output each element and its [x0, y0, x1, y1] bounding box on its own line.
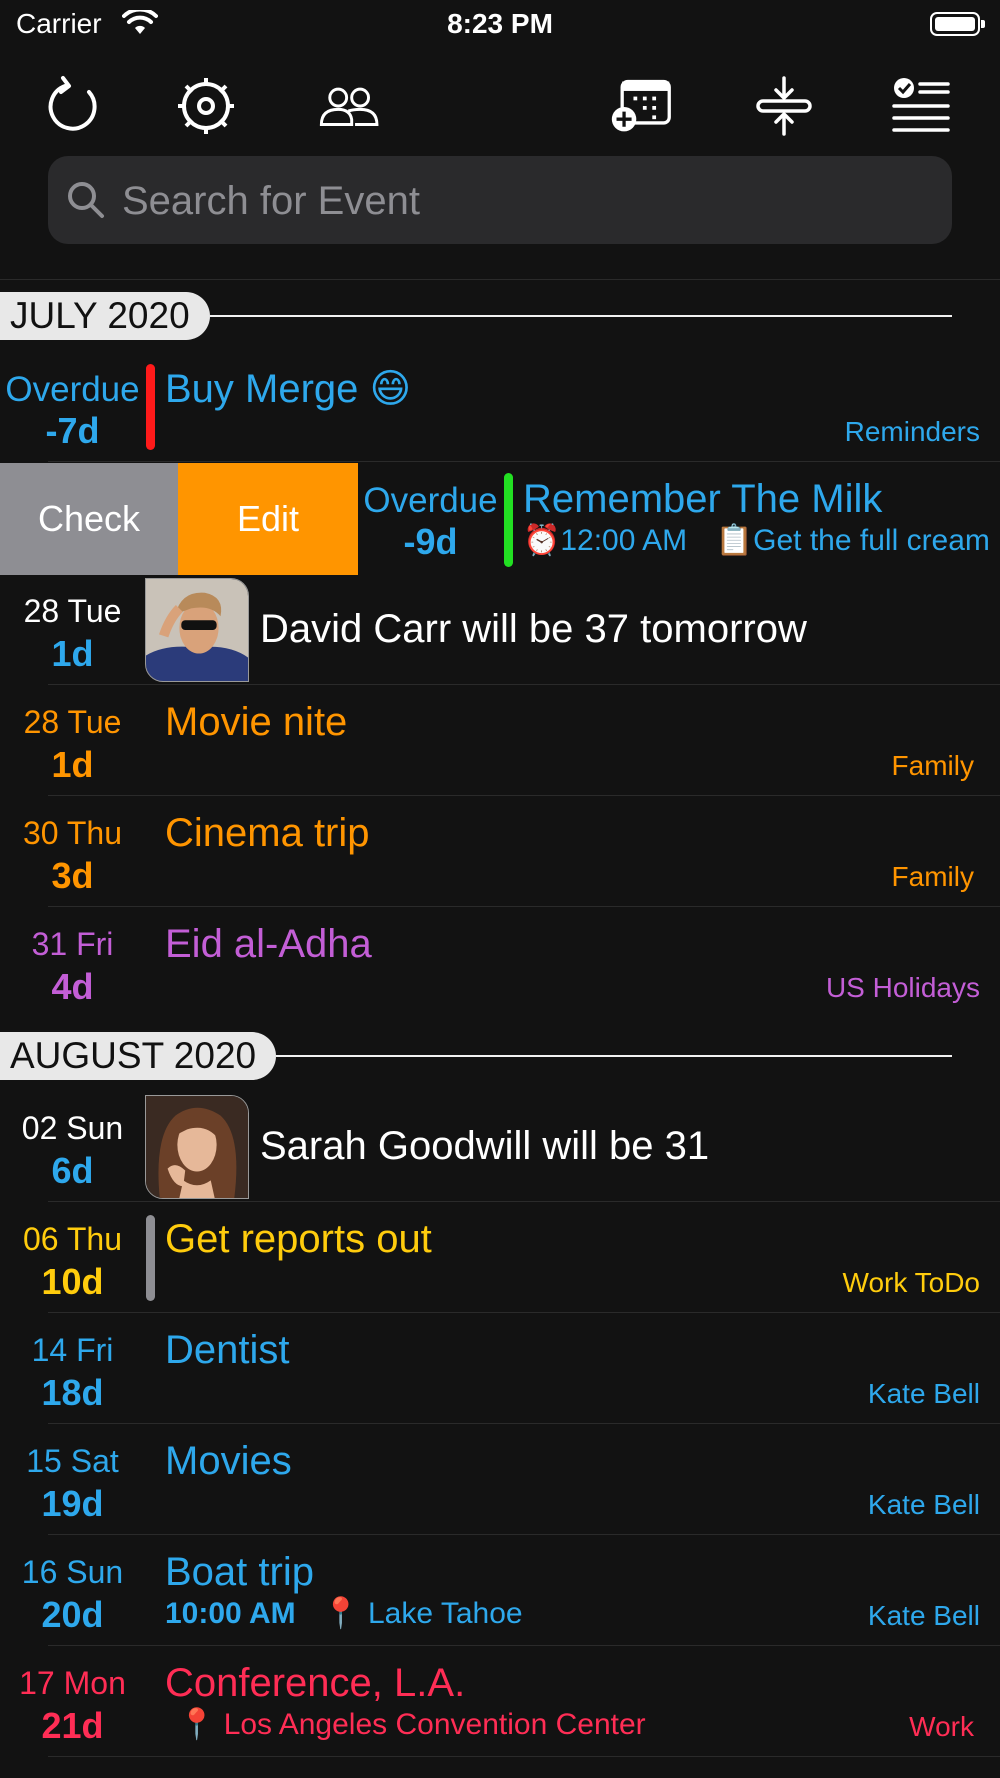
days-label: 4d	[51, 966, 94, 1007]
event-note: 📋Get the full cream	[715, 524, 990, 557]
calendar-color-bar	[504, 473, 513, 567]
event-time: ⏰12:00 AM	[523, 524, 688, 557]
avatar	[145, 578, 249, 682]
row-divider	[48, 795, 1000, 796]
contacts-icon[interactable]	[310, 66, 390, 146]
calendar-label: Kate Bell	[867, 1600, 980, 1631]
calendar-color-bar	[146, 1215, 155, 1301]
list-item-swiped[interactable]: Check Edit Overdue -9d Remember The Milk…	[0, 463, 1000, 575]
list-item[interactable]: 28 Tue 1d David Carr will be 37 tomorrow	[0, 575, 1000, 685]
row-divider	[48, 1534, 1000, 1535]
date-label: Overdue	[363, 481, 498, 520]
date-label: 06 Thu	[22, 1221, 123, 1257]
search-bar[interactable]	[48, 156, 952, 246]
search-icon	[68, 182, 104, 218]
event-title: Buy Merge 😄	[165, 367, 412, 411]
calendar-label: US Holidays	[825, 972, 980, 1003]
search-input[interactable]	[120, 156, 924, 246]
row-divider	[48, 1645, 1000, 1646]
clock: 8:23 PM	[447, 8, 553, 39]
date-label: 28 Tue	[23, 593, 122, 629]
event-title: Eid al-Adha	[165, 922, 372, 966]
row-divider	[48, 1756, 1000, 1757]
list-item[interactable]: 14 Fri 18d Dentist Kate Bell	[0, 1314, 1000, 1424]
days-label: 18d	[41, 1372, 104, 1413]
event-title: Dentist	[165, 1328, 290, 1372]
refresh-icon[interactable]	[35, 66, 115, 146]
avatar	[145, 1095, 249, 1199]
date-label: 28 Tue	[23, 704, 122, 740]
date-label: 30 Thu	[22, 815, 123, 851]
section-header-line	[276, 1055, 952, 1057]
battery-icon	[930, 12, 985, 36]
calendar-label: Kate Bell	[867, 1489, 980, 1520]
event-title: Boat trip	[165, 1550, 314, 1594]
list-item[interactable]: 06 Thu 10d Get reports out Work ToDo	[0, 1203, 1000, 1313]
event-title: Cinema trip	[165, 811, 370, 855]
days-label: 6d	[51, 1150, 94, 1191]
calendar-label: Reminders	[844, 416, 980, 447]
event-title: David Carr will be 37 tomorrow	[260, 607, 807, 651]
section-header-july-2020: JULY 2020	[0, 292, 210, 340]
event-title: Conference, L.A.	[165, 1661, 466, 1705]
list-item[interactable]: 16 Sun 20d Boat trip 10:00 AM 📍 Lake Tah…	[0, 1536, 1000, 1646]
status-bar: Carrier 8:23 PM	[0, 0, 1000, 50]
event-title: Sarah Goodwill will be 31	[260, 1124, 710, 1168]
event-title: Movies	[165, 1439, 292, 1483]
tasks-icon[interactable]	[880, 66, 960, 146]
list-item[interactable]: 02 Sun 6d Sarah Goodwill will be 31	[0, 1092, 1000, 1202]
list-item[interactable]: 15 Sat 19d Movies Kate Bell	[0, 1425, 1000, 1535]
check-button[interactable]: Check	[0, 463, 178, 575]
date-label: 16 Sun	[21, 1554, 124, 1590]
row-divider	[48, 461, 1000, 462]
section-header-line	[210, 315, 952, 317]
days-label: 1d	[51, 744, 94, 785]
edit-button[interactable]: Edit	[178, 463, 358, 575]
date-label: 15 Sat	[26, 1443, 119, 1479]
list-item[interactable]: 31 Fri 4d Eid al-Adha US Holidays	[0, 908, 1000, 1018]
event-title: Remember The Milk	[523, 477, 883, 521]
event-location: 📍 Lake Tahoe	[322, 1597, 523, 1630]
days-label: 3d	[51, 855, 94, 896]
calendar-label: Work ToDo	[842, 1267, 980, 1298]
days-label: 20d	[41, 1594, 104, 1635]
section-header-august-2020: AUGUST 2020	[0, 1032, 277, 1080]
list-item[interactable]: 30 Thu 3d Cinema trip Family	[0, 797, 1000, 907]
days-label: 21d	[41, 1705, 104, 1746]
list-top-divider	[0, 279, 1000, 280]
row-divider	[48, 906, 1000, 907]
days-label: 1d	[51, 633, 94, 674]
date-label: Overdue	[5, 370, 140, 409]
list-item[interactable]: 17 Mon 21d Conference, L.A. 📍 Los Angele…	[0, 1647, 1000, 1757]
date-label: 14 Fri	[31, 1332, 114, 1368]
event-title: Movie nite	[165, 700, 348, 744]
row-divider	[48, 1201, 1000, 1202]
calendar-color-bar	[146, 364, 155, 450]
row-divider	[48, 684, 1000, 685]
settings-icon[interactable]	[166, 66, 246, 146]
date-label: 31 Fri	[31, 926, 114, 962]
calendar-label: Work	[909, 1711, 974, 1742]
days-label: -9d	[403, 521, 458, 562]
days-label: -7d	[45, 410, 100, 451]
date-label: 02 Sun	[21, 1110, 124, 1146]
list-item[interactable]: Overdue -7d Buy Merge 😄 Reminders	[0, 352, 1000, 462]
row-divider	[48, 1423, 1000, 1424]
event-title: Get reports out	[165, 1217, 432, 1261]
days-label: 10d	[41, 1261, 104, 1302]
days-label: 19d	[41, 1483, 104, 1524]
calendar-label: Family	[891, 861, 974, 892]
date-label: 17 Mon	[19, 1665, 126, 1701]
calendar-label: Family	[891, 750, 974, 781]
row-divider	[48, 1312, 1000, 1313]
collapse-icon[interactable]	[744, 66, 824, 146]
add-event-icon[interactable]	[601, 66, 681, 146]
calendar-label: Kate Bell	[867, 1378, 980, 1409]
event-location: 📍 Los Angeles Convention Center	[178, 1708, 646, 1741]
list-item[interactable]: 28 Tue 1d Movie nite Family	[0, 686, 1000, 796]
event-time: 10:00 AM	[165, 1597, 296, 1630]
